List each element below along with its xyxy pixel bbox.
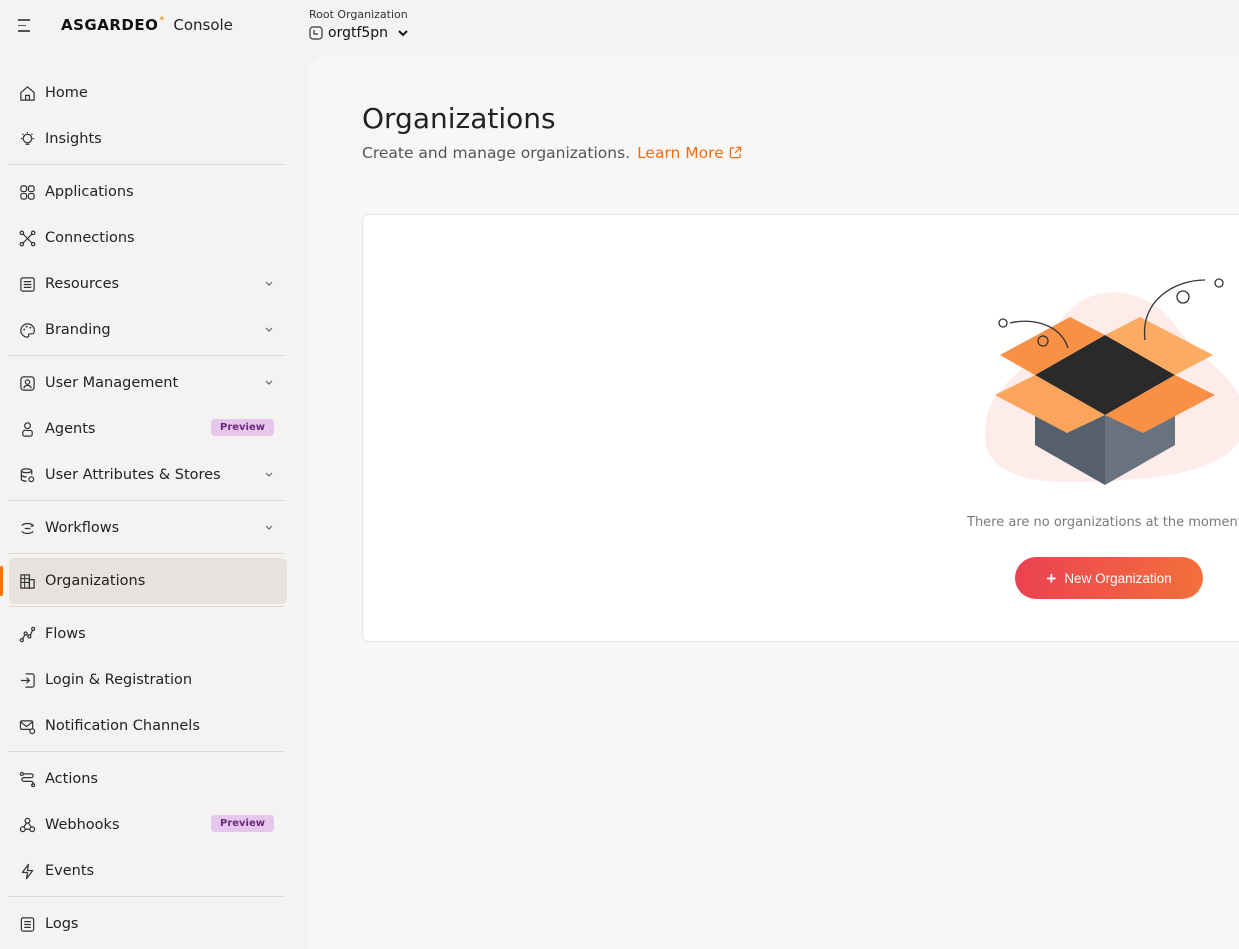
database-icon [20, 468, 35, 483]
bulb-icon [20, 131, 35, 145]
logo-text: ASGARDEO [61, 16, 159, 34]
menu-icon[interactable] [18, 19, 34, 35]
chevron-down-icon [265, 525, 273, 530]
grid-icon [20, 185, 35, 200]
connections-icon [19, 230, 36, 247]
mail-settings-icon [19, 720, 36, 735]
preview-badge: Preview [210, 815, 274, 832]
sidebar-item-workflows[interactable]: Workflows [9, 505, 287, 551]
sidebar-item-applications[interactable]: Applications [9, 169, 287, 215]
divider [9, 553, 284, 554]
chevron-down-icon [265, 380, 273, 385]
console-label: Console [173, 16, 233, 34]
log-icon [20, 917, 35, 932]
sidebar-item-flows[interactable]: Flows [9, 611, 287, 657]
bolt-icon [21, 863, 34, 880]
sidebar-item-resources[interactable]: Resources [9, 261, 287, 307]
top-header: ASGARDEO * Console Root Organization org… [0, 0, 1239, 56]
sidebar-item-user-attributes[interactable]: User Attributes & Stores [9, 452, 287, 498]
sidebar: Home Insights Applications Connections R… [0, 70, 300, 949]
sidebar-item-label: Home [45, 85, 88, 101]
app-logo[interactable]: ASGARDEO * Console [61, 15, 233, 34]
empty-box-illustration [985, 278, 1239, 485]
sidebar-item-label: User Management [45, 375, 179, 391]
sidebar-item-label: Webhooks [45, 817, 120, 833]
divider [9, 500, 284, 501]
plus-icon: + [1046, 568, 1057, 588]
sidebar-item-label: Notification Channels [45, 718, 200, 734]
sidebar-item-actions[interactable]: Actions [9, 756, 287, 802]
page-title: Organizations [362, 102, 556, 135]
learn-more-label: Learn More [637, 144, 724, 162]
login-icon [20, 673, 35, 688]
sidebar-item-label: Branding [45, 322, 111, 338]
sidebar-item-agents[interactable]: Agents Preview [9, 406, 287, 452]
sidebar-item-label: Flows [45, 626, 86, 642]
preview-badge: Preview [210, 419, 274, 436]
sidebar-item-label: Logs [45, 916, 79, 932]
divider [9, 751, 284, 752]
empty-state-card: There are no organizations at the moment… [362, 214, 1239, 642]
sidebar-item-label: Events [45, 863, 95, 879]
main-content: Organizations Create and manage organiza… [308, 56, 1239, 949]
sidebar-item-label: Actions [45, 771, 98, 787]
sidebar-item-connections[interactable]: Connections [9, 215, 287, 261]
chevron-down-icon [265, 472, 273, 477]
sidebar-item-login-registration[interactable]: Login & Registration [9, 657, 287, 703]
chevron-down-icon [265, 327, 273, 332]
chevron-down-icon [265, 281, 273, 286]
sidebar-item-organizations[interactable]: Organizations [0, 558, 287, 604]
active-indicator [0, 566, 3, 596]
sidebar-item-label: User Attributes & Stores [45, 467, 221, 483]
sidebar-item-logs[interactable]: Logs [9, 901, 287, 947]
empty-state-message: There are no organizations at the moment… [967, 515, 1239, 530]
divider [9, 355, 284, 356]
sidebar-item-label: Agents [45, 421, 96, 437]
webhook-icon [19, 817, 36, 833]
org-name: orgtf5pn [328, 25, 389, 41]
sidebar-item-notification-channels[interactable]: Notification Channels [9, 703, 287, 749]
palette-icon [20, 323, 35, 338]
sidebar-item-label: Connections [45, 230, 135, 246]
workflow-icon [21, 522, 35, 535]
external-link-icon [729, 146, 741, 159]
divider [9, 164, 284, 165]
page-subtitle: Create and manage organizations. Learn M… [362, 144, 742, 162]
sidebar-item-label: Insights [45, 131, 102, 147]
logo-star: * [159, 15, 165, 26]
sidebar-item-user-management[interactable]: User Management [9, 360, 287, 406]
sidebar-item-webhooks[interactable]: Webhooks Preview [9, 802, 287, 848]
sidebar-item-label: Login & Registration [45, 672, 193, 688]
sidebar-item-label: Applications [45, 184, 134, 200]
user-icon [20, 376, 35, 391]
sidebar-item-home[interactable]: Home [9, 70, 287, 116]
actions-icon [19, 771, 36, 788]
sidebar-item-label: Workflows [45, 520, 120, 536]
new-organization-label: New Organization [1064, 570, 1172, 586]
resources-icon [20, 277, 35, 292]
learn-more-link[interactable]: Learn More [637, 144, 742, 162]
sidebar-item-label: Resources [45, 276, 120, 292]
building-icon [20, 574, 35, 589]
sidebar-item-label: Organizations [45, 573, 146, 589]
org-icon [309, 26, 323, 40]
org-label: Root Organization [309, 8, 408, 21]
new-organization-button[interactable]: + New Organization [1015, 557, 1203, 599]
sidebar-item-branding[interactable]: Branding [9, 307, 287, 353]
chevron-down-icon[interactable] [398, 28, 408, 38]
divider [9, 606, 284, 607]
sidebar-item-insights[interactable]: Insights [9, 116, 287, 162]
agent-icon [22, 422, 33, 437]
divider [9, 896, 284, 897]
sidebar-item-events[interactable]: Events [9, 848, 287, 894]
flow-icon [19, 626, 36, 643]
home-icon [20, 86, 35, 101]
subtitle-text: Create and manage organizations. [362, 144, 631, 162]
organization-switcher[interactable]: Root Organization orgtf5pn [309, 8, 408, 41]
